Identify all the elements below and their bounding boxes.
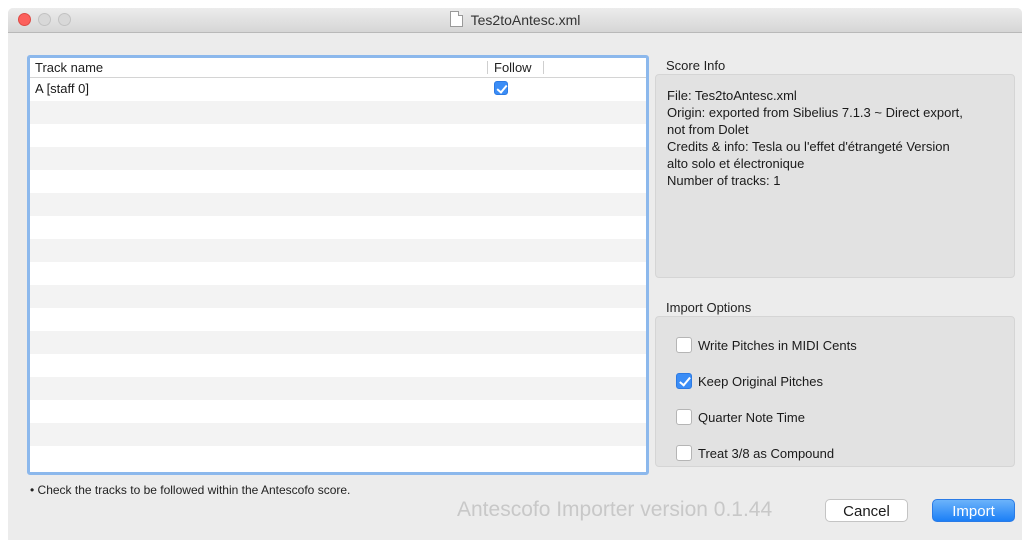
empty-table-row [30, 377, 646, 400]
document-icon [449, 11, 463, 27]
empty-table-row [30, 354, 646, 377]
table-body: A [staff 0] [30, 78, 646, 469]
footnote-hint: • Check the tracks to be followed within… [30, 483, 351, 497]
score-info-box: File: Tes2toAntesc.xml Origin: exported f… [655, 74, 1015, 278]
score-info-line: File: Tes2toAntesc.xml [667, 88, 797, 103]
score-info-line: not from Dolet [667, 122, 749, 137]
empty-table-row [30, 400, 646, 423]
import-options-label: Import Options [666, 300, 752, 315]
table-row[interactable]: A [staff 0] [30, 78, 646, 101]
option-label: Treat 3/8 as Compound [698, 445, 835, 461]
option-label: Keep Original Pitches [698, 373, 824, 389]
column-divider [487, 61, 488, 74]
import-option[interactable]: Treat 3/8 as Compound [676, 444, 834, 462]
import-option[interactable]: Write Pitches in MIDI Cents [676, 336, 857, 354]
score-info-label: Score Info [666, 58, 726, 73]
score-info-line: Origin: exported from Sibelius 7.1.3 ~ D… [667, 105, 963, 120]
window-title: Tes2toAntesc.xml [8, 11, 1022, 28]
import-option[interactable]: Quarter Note Time [676, 408, 805, 426]
option-label: Quarter Note Time [698, 409, 805, 425]
importer-window: Tes2toAntesc.xml Track name Follow A [st… [8, 8, 1022, 540]
empty-table-row [30, 331, 646, 354]
track-name-cell: A [staff 0] [35, 81, 89, 96]
empty-table-row [30, 308, 646, 331]
column-header-follow[interactable]: Follow [494, 60, 532, 75]
import-options-box: Write Pitches in MIDI Cents Keep Original… [655, 316, 1015, 467]
follow-checkbox[interactable] [494, 81, 508, 95]
tracks-table[interactable]: Track name Follow A [staff 0] [27, 55, 649, 475]
empty-table-row [30, 446, 646, 469]
window-title-text: Tes2toAntesc.xml [470, 12, 581, 28]
empty-table-row [30, 216, 646, 239]
option-checkbox[interactable] [676, 337, 692, 353]
option-checkbox[interactable] [676, 445, 692, 461]
empty-table-row [30, 147, 646, 170]
option-checkbox[interactable] [676, 409, 692, 425]
empty-table-row [30, 262, 646, 285]
column-header-track-name[interactable]: Track name [35, 60, 103, 75]
title-bar[interactable]: Tes2toAntesc.xml [8, 8, 1022, 33]
empty-table-row [30, 423, 646, 446]
cancel-button[interactable]: Cancel [825, 499, 908, 522]
option-checkbox[interactable] [676, 373, 692, 389]
empty-table-row [30, 124, 646, 147]
score-info-line: Credits & info: Tesla ou l'effet d'étran… [667, 139, 950, 154]
import-option[interactable]: Keep Original Pitches [676, 372, 823, 390]
score-info-text: File: Tes2toAntesc.xml Origin: exported f… [667, 87, 1007, 189]
score-info-line: alto solo et électronique [667, 156, 805, 171]
empty-table-row [30, 193, 646, 216]
option-label: Write Pitches in MIDI Cents [698, 337, 857, 353]
follow-cell [494, 81, 508, 98]
score-info-line: Number of tracks: 1 [667, 173, 781, 188]
empty-table-row [30, 101, 646, 124]
empty-table-row [30, 285, 646, 308]
table-header: Track name Follow [30, 58, 646, 78]
import-button[interactable]: Import [932, 499, 1015, 522]
version-label: Antescofo Importer version 0.1.44 [457, 498, 773, 521]
column-divider [543, 61, 544, 74]
empty-table-row [30, 239, 646, 262]
empty-table-row [30, 170, 646, 193]
